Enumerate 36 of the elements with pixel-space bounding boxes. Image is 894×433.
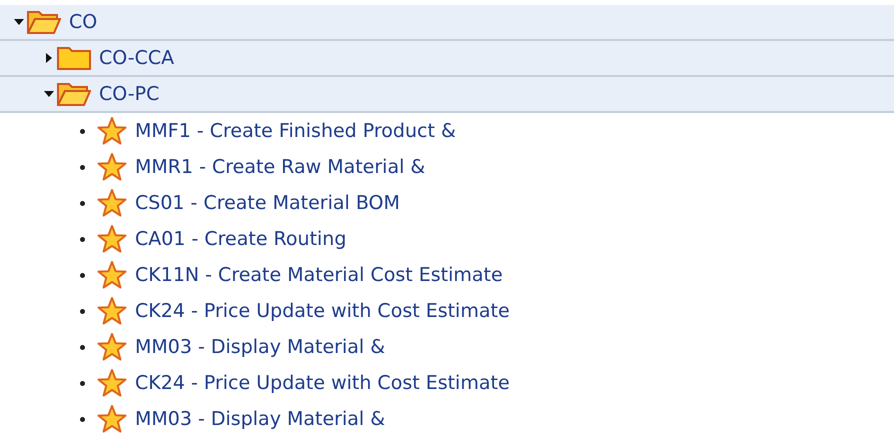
bullet-icon <box>80 236 85 242</box>
star-icon <box>97 405 127 433</box>
open-folder-icon <box>57 81 91 107</box>
bullet-icon <box>80 344 85 350</box>
star-icon <box>97 117 127 145</box>
expanded-arrow-icon[interactable] <box>44 89 54 99</box>
star-icon <box>97 261 127 289</box>
transaction-label[interactable]: CK24 - Price Update with Cost Estimate <box>135 300 510 322</box>
collapsed-arrow-icon[interactable] <box>44 53 54 63</box>
transaction-label[interactable]: CS01 - Create Material BOM <box>135 192 400 214</box>
folder-icon <box>57 45 91 71</box>
bullet-icon <box>80 416 85 422</box>
expanded-arrow-icon[interactable] <box>14 17 24 27</box>
folder-label[interactable]: CO-PC <box>99 83 160 105</box>
star-icon <box>97 153 127 181</box>
star-icon <box>97 225 127 253</box>
bullet-icon <box>80 128 85 134</box>
transaction-label[interactable]: MM03 - Display Material & <box>135 408 386 430</box>
star-icon <box>97 369 127 397</box>
bullet-icon <box>80 380 85 386</box>
transaction-label[interactable]: CK11N - Create Material Cost Estimate <box>135 264 503 286</box>
bullet-icon <box>80 200 85 206</box>
folder-label[interactable]: CO <box>69 11 98 33</box>
star-icon <box>97 189 127 217</box>
transaction-label[interactable]: CK24 - Price Update with Cost Estimate <box>135 372 510 394</box>
transaction-label[interactable]: MMF1 - Create Finished Product & <box>135 120 456 142</box>
transaction-label[interactable]: MMR1 - Create Raw Material & <box>135 156 426 178</box>
star-icon <box>97 333 127 361</box>
transaction-label[interactable]: CA01 - Create Routing <box>135 228 346 250</box>
bullet-icon <box>80 164 85 170</box>
transaction-label[interactable]: MM03 - Display Material & <box>135 336 386 358</box>
folder-label[interactable]: CO-CCA <box>99 47 174 69</box>
bullet-icon <box>80 272 85 278</box>
open-folder-icon <box>27 9 61 35</box>
bullet-icon <box>80 308 85 314</box>
star-icon <box>97 297 127 325</box>
